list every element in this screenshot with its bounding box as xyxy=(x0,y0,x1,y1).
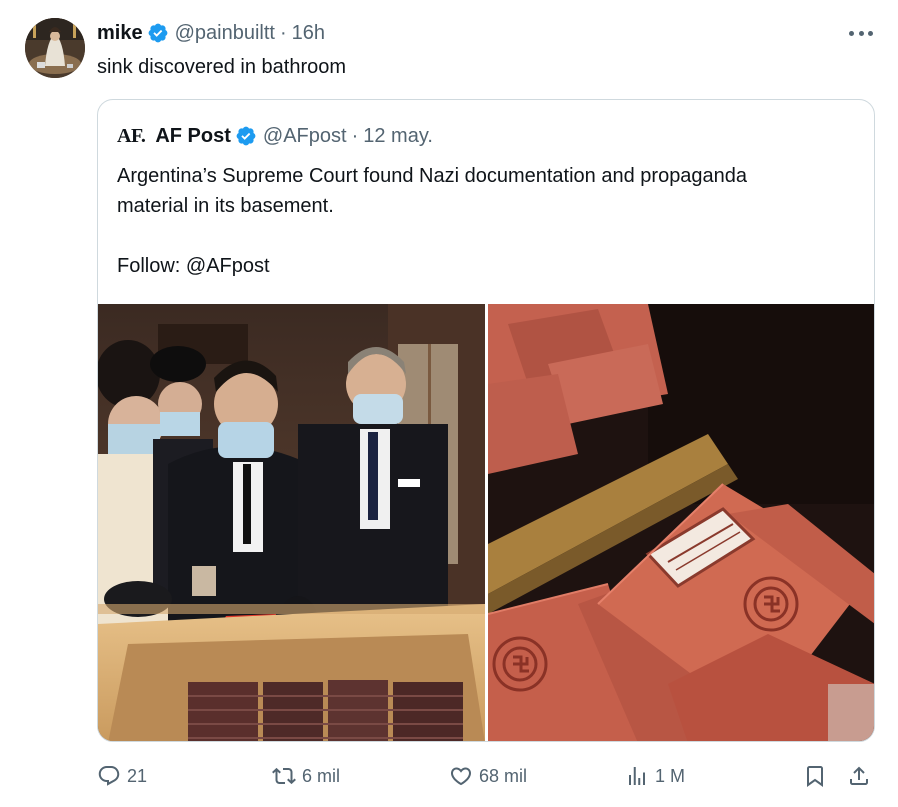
quoted-tweet-text: Argentina’s Supreme Court found Nazi doc… xyxy=(117,161,862,281)
separator-dot: · xyxy=(279,21,287,44)
quoted-tweet-date: 12 may. xyxy=(363,124,433,147)
like-button[interactable]: 68 mil xyxy=(449,760,527,792)
tweet-header: mike @painbuiltt · 16h xyxy=(97,20,325,46)
views-button[interactable]: 1 M xyxy=(625,760,685,792)
quoted-author-name: AF Post xyxy=(155,124,231,147)
verified-badge-icon xyxy=(235,125,257,147)
reply-button[interactable]: 21 xyxy=(97,760,147,792)
like-count: 68 mil xyxy=(479,765,528,786)
photo-officials-box[interactable] xyxy=(98,304,485,741)
verified-badge-icon xyxy=(147,22,169,44)
author-name[interactable]: mike xyxy=(97,22,143,45)
heart-icon xyxy=(449,764,479,788)
reply-icon xyxy=(97,764,127,788)
quoted-tweet[interactable]: AF. AF Post @AFpost · 12 may. Argentina’… xyxy=(97,99,875,742)
author-handle[interactable]: @painbuiltt xyxy=(175,22,275,45)
share-button[interactable] xyxy=(847,760,877,792)
avatar[interactable] xyxy=(25,18,85,78)
af-post-logo: AF. xyxy=(117,124,146,147)
views-count: 1 M xyxy=(655,765,686,786)
repost-icon xyxy=(272,764,302,788)
bookmark-icon xyxy=(803,764,833,788)
photo-red-booklets[interactable] xyxy=(488,304,874,741)
views-icon xyxy=(625,764,655,788)
quoted-author-handle: @AFpost xyxy=(262,124,347,147)
tweet-time[interactable]: 16h xyxy=(292,22,325,45)
separator-dot: · xyxy=(351,124,359,147)
bookmark-button[interactable] xyxy=(803,760,833,792)
tweet: mike @painbuiltt · 16h sink discovered i… xyxy=(0,0,898,807)
quoted-follow-line: Follow: @AFpost xyxy=(117,255,270,277)
repost-button[interactable]: 6 mil xyxy=(272,760,340,792)
quoted-text-line: Argentina’s Supreme Court found Nazi doc… xyxy=(117,165,748,187)
repost-count: 6 mil xyxy=(302,765,341,786)
more-options-icon[interactable] xyxy=(846,22,876,44)
tweet-text: sink discovered in bathroom xyxy=(97,56,347,78)
quoted-tweet-header: AF. AF Post @AFpost · 12 may. xyxy=(117,123,433,149)
reply-count: 21 xyxy=(127,765,148,786)
share-icon xyxy=(847,764,877,788)
quoted-text-line: material in its basement. xyxy=(117,195,334,217)
action-bar: 21 6 mil 68 mil 1 M xyxy=(97,760,877,792)
quoted-media xyxy=(98,304,874,741)
